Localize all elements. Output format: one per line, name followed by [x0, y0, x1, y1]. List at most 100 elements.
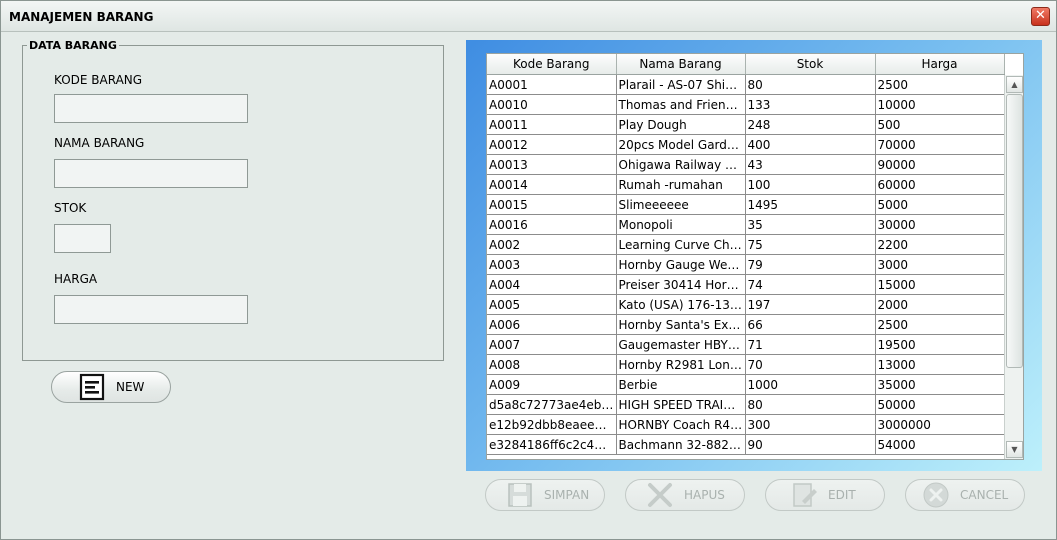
new-button[interactable]: NEW: [51, 371, 171, 403]
table-cell[interactable]: 15000: [875, 274, 1005, 295]
simpan-button[interactable]: SIMPAN: [485, 479, 605, 511]
table-row[interactable]: A004 Preiser 30414 Horse... 74 15000: [487, 274, 1005, 295]
table-cell[interactable]: 35000: [875, 374, 1005, 395]
table-cell[interactable]: Berbie: [616, 374, 746, 395]
table-cell[interactable]: 75: [745, 234, 876, 255]
table-cell[interactable]: Kato (USA) 176-1308...: [616, 294, 746, 315]
hapus-button[interactable]: HAPUS: [625, 479, 745, 511]
table-cell[interactable]: 100: [745, 174, 876, 195]
stok-field[interactable]: [54, 224, 111, 253]
table-cell[interactable]: A006: [487, 314, 617, 335]
scroll-down-icon[interactable]: ▼: [1006, 441, 1023, 458]
table-row[interactable]: A0011 Play Dough 248 500: [487, 114, 1005, 135]
table-cell[interactable]: d5a8c72773ae4ebb...: [487, 394, 617, 415]
table-cell[interactable]: 133: [745, 94, 876, 115]
table-cell[interactable]: 1495: [745, 194, 876, 215]
table-row[interactable]: A0015 Slimeeeeee 1495 5000: [487, 194, 1005, 215]
scroll-up-icon[interactable]: ▲: [1006, 76, 1023, 93]
table-row[interactable]: e3284186ff6c2c4338... Bachmann 32-882 F..…: [487, 434, 1005, 455]
table-row[interactable]: A0001 Plarail - AS-07 Shink... 80 2500: [487, 74, 1005, 95]
table-cell[interactable]: 71: [745, 334, 876, 355]
kode-barang-field[interactable]: [54, 94, 248, 123]
table-cell[interactable]: Hornby Santa's Expre...: [616, 314, 746, 335]
table-cell[interactable]: Ohigawa Railway SL ...: [616, 154, 746, 175]
table-cell[interactable]: Preiser 30414 Horse...: [616, 274, 746, 295]
table-cell[interactable]: A0013: [487, 154, 617, 175]
table-cell[interactable]: Thomas and Friends...: [616, 94, 746, 115]
table-cell[interactable]: Monopoli: [616, 214, 746, 235]
column-header[interactable]: Harga: [875, 54, 1005, 75]
table-cell[interactable]: 70: [745, 354, 876, 375]
table-cell[interactable]: HIGH SPEED TRAIN ...: [616, 394, 746, 415]
table-row[interactable]: A007 Gaugemaster HBYS ... 71 19500: [487, 334, 1005, 355]
table-row[interactable]: A006Hornby Santa's Expre...662500: [487, 314, 1005, 335]
table-cell[interactable]: 79: [745, 254, 876, 275]
table-cell[interactable]: 30000: [875, 214, 1005, 235]
table-cell[interactable]: A0001: [487, 74, 617, 95]
table-cell[interactable]: Rumah -rumahan: [616, 174, 746, 195]
table-cell[interactable]: 300: [745, 414, 876, 435]
table-cell[interactable]: 50000: [875, 394, 1005, 415]
table-row[interactable]: A003 Hornby Gauge Weste... 79 3000: [487, 254, 1005, 275]
table-cell[interactable]: 70000: [875, 134, 1005, 155]
table-cell[interactable]: A008: [487, 354, 617, 375]
table-row[interactable]: A0012 20pcs Model Garden ... 400 70000: [487, 134, 1005, 155]
table-cell[interactable]: 2000: [875, 294, 1005, 315]
table-cell[interactable]: A0016: [487, 214, 617, 235]
table-cell[interactable]: A007: [487, 334, 617, 355]
table-cell[interactable]: 1000: [745, 374, 876, 395]
table-cell[interactable]: Slimeeeeee: [616, 194, 746, 215]
table-cell[interactable]: A002: [487, 234, 617, 255]
table-cell[interactable]: Bachmann 32-882 F...: [616, 434, 746, 455]
table-cell[interactable]: 10000: [875, 94, 1005, 115]
nama-barang-field[interactable]: [54, 159, 248, 188]
table-cell[interactable]: A0011: [487, 114, 617, 135]
table-cell[interactable]: Hornby Gauge Weste...: [616, 254, 746, 275]
table-cell[interactable]: A0014: [487, 174, 617, 195]
scroll-thumb[interactable]: [1006, 94, 1023, 368]
table-cell[interactable]: 90000: [875, 154, 1005, 175]
table-cell[interactable]: 20pcs Model Garden ...: [616, 134, 746, 155]
table-cell[interactable]: 5000: [875, 194, 1005, 215]
table-row[interactable]: A0013 Ohigawa Railway SL ... 43 90000: [487, 154, 1005, 175]
table-cell[interactable]: 248: [745, 114, 876, 135]
table-cell[interactable]: 90: [745, 434, 876, 455]
table-cell[interactable]: 197: [745, 294, 876, 315]
table-row[interactable]: A0010 Thomas and Friends... 133 10000: [487, 94, 1005, 115]
table-cell[interactable]: Learning Curve Chug...: [616, 234, 746, 255]
edit-button[interactable]: EDIT: [765, 479, 885, 511]
table-cell[interactable]: 2500: [875, 74, 1005, 95]
table-row[interactable]: A0014 Rumah -rumahan 100 60000: [487, 174, 1005, 195]
table-cell[interactable]: e12b92dbb8eaee78...: [487, 414, 617, 435]
table-cell[interactable]: 74: [745, 274, 876, 295]
table-cell[interactable]: HORNBY Coach R44...: [616, 414, 746, 435]
table-cell[interactable]: 500: [875, 114, 1005, 135]
cancel-button[interactable]: CANCEL: [905, 479, 1025, 511]
barang-table[interactable]: Kode Barang Nama Barang Stok Harga A0001 Pla…: [486, 53, 1024, 460]
table-row[interactable]: A008 Hornby R2981 Londo... 70 13000: [487, 354, 1005, 375]
table-cell[interactable]: A004: [487, 274, 617, 295]
table-cell[interactable]: A0015: [487, 194, 617, 215]
table-cell[interactable]: 19500: [875, 334, 1005, 355]
table-cell[interactable]: A003: [487, 254, 617, 275]
table-cell[interactable]: 3000: [875, 254, 1005, 275]
table-cell[interactable]: 60000: [875, 174, 1005, 195]
vertical-scrollbar[interactable]: ▲ ▼: [1004, 75, 1023, 459]
table-cell[interactable]: 35: [745, 214, 876, 235]
table-cell[interactable]: 3000000: [875, 414, 1005, 435]
table-cell[interactable]: A009: [487, 374, 617, 395]
table-cell[interactable]: Plarail - AS-07 Shink...: [616, 74, 746, 95]
table-row[interactable]: e12b92dbb8eaee78... HORNBY Coach R44... 30…: [487, 414, 1005, 435]
table-cell[interactable]: 80: [745, 394, 876, 415]
column-header[interactable]: Nama Barang: [616, 54, 746, 75]
table-row[interactable]: A005 Kato (USA) 176-1308... 197 2000: [487, 294, 1005, 315]
table-cell[interactable]: A005: [487, 294, 617, 315]
table-cell[interactable]: 400: [745, 134, 876, 155]
table-cell[interactable]: 66: [745, 314, 876, 335]
table-cell[interactable]: 2500: [875, 314, 1005, 335]
table-cell[interactable]: 13000: [875, 354, 1005, 375]
table-row[interactable]: A0016 Monopoli 35 30000: [487, 214, 1005, 235]
table-cell[interactable]: 54000: [875, 434, 1005, 455]
table-cell[interactable]: 43: [745, 154, 876, 175]
table-cell[interactable]: Play Dough: [616, 114, 746, 135]
